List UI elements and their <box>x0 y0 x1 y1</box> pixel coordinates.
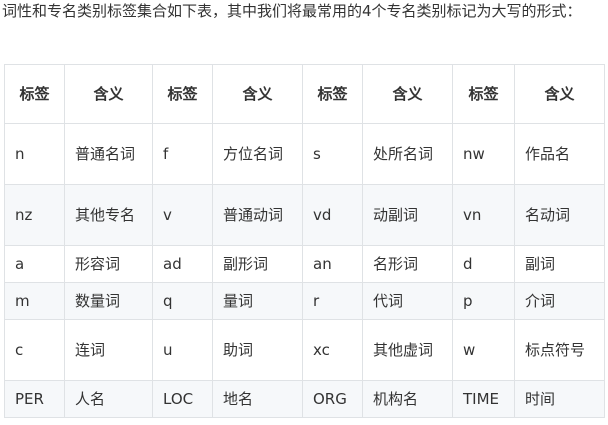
table-cell-tag: u <box>152 319 213 381</box>
table-cell-meaning: 其他虚词 <box>362 319 453 381</box>
table-cell-meaning: 作品名 <box>514 123 605 185</box>
table-cell-meaning: 处所名词 <box>362 123 453 185</box>
table-cell-tag: w <box>452 319 515 381</box>
table-cell-tag: vd <box>302 184 363 246</box>
table-cell-tag: PER <box>4 380 65 418</box>
table-cell-tag: d <box>452 245 515 283</box>
table-cell-meaning: 数量词 <box>64 282 153 320</box>
table-cell-tag: xc <box>302 319 363 381</box>
table-row: PER 人名 LOC 地名 ORG 机构名 TIME 时间 <box>4 380 605 418</box>
table-cell-tag: s <box>302 123 363 185</box>
table-cell-meaning: 连词 <box>64 319 153 381</box>
header-tag: 标签 <box>152 64 213 124</box>
header-meaning: 含义 <box>514 64 605 124</box>
tag-table: 标签 含义 标签 含义 标签 含义 标签 含义 n 普通名词 f 方位名词 s … <box>4 64 605 418</box>
table-cell-meaning: 其他专名 <box>64 184 153 246</box>
table-row: n 普通名词 f 方位名词 s 处所名词 nw 作品名 <box>4 123 605 185</box>
table-cell-tag: nz <box>4 184 65 246</box>
header-meaning: 含义 <box>362 64 453 124</box>
table-cell-tag: q <box>152 282 213 320</box>
table-cell-tag: f <box>152 123 213 185</box>
table-cell-meaning: 人名 <box>64 380 153 418</box>
table-cell-tag: TIME <box>452 380 515 418</box>
header-tag: 标签 <box>4 64 65 124</box>
table-cell-meaning: 副词 <box>514 245 605 283</box>
table-cell-meaning: 副形词 <box>212 245 303 283</box>
table-cell-tag: ad <box>152 245 213 283</box>
table-header-row: 标签 含义 标签 含义 标签 含义 标签 含义 <box>4 64 605 124</box>
table-row: nz 其他专名 v 普通动词 vd 动副词 vn 名动词 <box>4 184 605 246</box>
table-cell-meaning: 介词 <box>514 282 605 320</box>
table-cell-meaning: 助词 <box>212 319 303 381</box>
table-cell-meaning: 普通动词 <box>212 184 303 246</box>
table-cell-tag: m <box>4 282 65 320</box>
intro-paragraph: 词性和专名类别标签集合如下表，其中我们将最常用的4个专名类别标记为大写的形式： <box>2 2 582 20</box>
table-cell-tag: n <box>4 123 65 185</box>
header-meaning: 含义 <box>212 64 303 124</box>
table-cell-tag: r <box>302 282 363 320</box>
table-row: c 连词 u 助词 xc 其他虚词 w 标点符号 <box>4 319 605 381</box>
table-cell-meaning: 地名 <box>212 380 303 418</box>
table-row: m 数量词 q 量词 r 代词 p 介词 <box>4 282 605 320</box>
table-cell-meaning: 量词 <box>212 282 303 320</box>
table-cell-tag: a <box>4 245 65 283</box>
table-cell-meaning: 机构名 <box>362 380 453 418</box>
table-cell-meaning: 普通名词 <box>64 123 153 185</box>
header-meaning: 含义 <box>64 64 153 124</box>
table-cell-meaning: 时间 <box>514 380 605 418</box>
table-cell-meaning: 名形词 <box>362 245 453 283</box>
table-cell-meaning: 方位名词 <box>212 123 303 185</box>
table-cell-meaning: 代词 <box>362 282 453 320</box>
table-cell-tag: vn <box>452 184 515 246</box>
table-cell-tag: nw <box>452 123 515 185</box>
table-cell-meaning: 标点符号 <box>514 319 605 381</box>
table-cell-tag: an <box>302 245 363 283</box>
table-cell-tag: LOC <box>152 380 213 418</box>
header-tag: 标签 <box>452 64 515 124</box>
table-cell-tag: v <box>152 184 213 246</box>
header-tag: 标签 <box>302 64 363 124</box>
table-cell-meaning: 形容词 <box>64 245 153 283</box>
table-cell-meaning: 动副词 <box>362 184 453 246</box>
table-cell-tag: ORG <box>302 380 363 418</box>
table-row: a 形容词 ad 副形词 an 名形词 d 副词 <box>4 245 605 283</box>
table-cell-tag: c <box>4 319 65 381</box>
table-cell-meaning: 名动词 <box>514 184 605 246</box>
table-cell-tag: p <box>452 282 515 320</box>
